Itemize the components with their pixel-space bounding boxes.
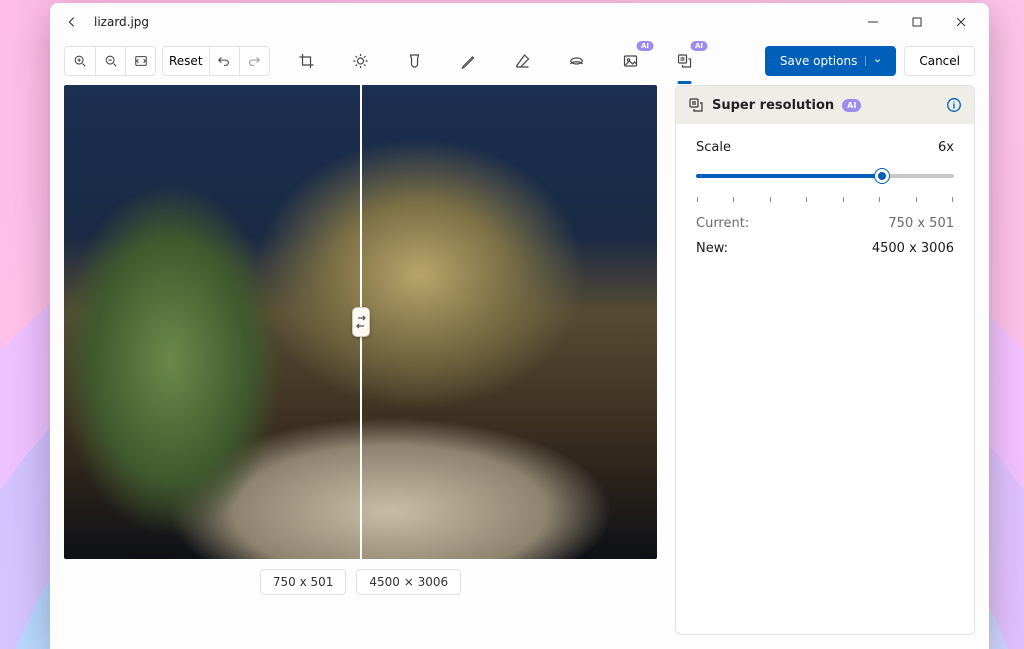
ai-badge: AI — [691, 41, 707, 51]
superres-panel-icon — [688, 97, 704, 113]
app-window: lizard.jpg Reset — [50, 3, 989, 649]
new-value: 4500 x 3006 — [872, 241, 954, 256]
zoom-out-button[interactable] — [95, 47, 125, 75]
image-canvas[interactable] — [64, 85, 657, 559]
size-labels: 750 x 501 4500 × 3006 — [260, 569, 461, 595]
retouch-icon — [568, 53, 584, 69]
zoom-group — [64, 46, 156, 76]
new-size-label: 4500 × 3006 — [356, 569, 461, 595]
info-icon — [946, 97, 962, 113]
save-label: Save options — [780, 54, 857, 68]
undo-icon — [217, 54, 231, 68]
side-panel: Super resolution AI Scale 6x — [675, 85, 975, 635]
zoom-in-icon — [73, 54, 87, 68]
fit-button[interactable] — [125, 47, 155, 75]
filter-icon — [406, 53, 422, 69]
panel-header: Super resolution AI — [676, 86, 974, 124]
info-button[interactable] — [946, 97, 962, 113]
current-label: Current: — [696, 216, 749, 231]
erase-icon — [514, 53, 530, 69]
new-label: New: — [696, 241, 728, 256]
chevron-down-icon — [865, 56, 881, 66]
adjust-icon — [352, 53, 368, 69]
minimize-icon — [868, 17, 878, 27]
original-size-label: 750 x 501 — [260, 569, 347, 595]
zoom-out-icon — [104, 54, 118, 68]
edit-tools: AI AI — [291, 46, 699, 76]
superres-icon — [676, 53, 692, 69]
scale-value: 6x — [938, 140, 954, 155]
erase-tool[interactable] — [507, 46, 537, 76]
slider-thumb[interactable] — [875, 169, 889, 183]
undo-button[interactable] — [209, 47, 239, 75]
history-group: Reset — [162, 46, 270, 76]
background-icon — [622, 53, 638, 69]
redo-icon — [247, 54, 261, 68]
slider-fill — [696, 174, 882, 178]
crop-tool[interactable] — [291, 46, 321, 76]
background-tool[interactable]: AI — [615, 46, 645, 76]
retouch-tool[interactable] — [561, 46, 591, 76]
scale-slider[interactable] — [696, 165, 954, 193]
panel-title: Super resolution — [712, 98, 834, 113]
swap-icon — [355, 315, 367, 329]
save-options-button[interactable]: Save options — [765, 46, 896, 76]
crop-icon — [298, 53, 314, 69]
current-value: 750 x 501 — [888, 216, 954, 231]
ai-badge: AI — [637, 41, 653, 51]
adjust-tool[interactable] — [345, 46, 375, 76]
markup-tool[interactable] — [453, 46, 483, 76]
reset-button[interactable]: Reset — [163, 47, 209, 75]
maximize-icon — [912, 17, 922, 27]
cancel-button[interactable]: Cancel — [904, 46, 975, 76]
superres-tool[interactable]: AI — [669, 46, 699, 76]
markup-icon — [460, 53, 476, 69]
toolbar: Reset — [50, 41, 989, 81]
titlebar: lizard.jpg — [50, 3, 989, 41]
close-button[interactable] — [939, 6, 983, 38]
redo-button[interactable] — [239, 47, 269, 75]
scale-label: Scale — [696, 140, 731, 155]
ai-badge: AI — [842, 99, 861, 112]
panel-body: Scale 6x Current: 750 x 501 New: — [676, 124, 974, 282]
close-icon — [956, 17, 966, 27]
arrow-left-icon — [65, 15, 79, 29]
maximize-button[interactable] — [895, 6, 939, 38]
filter-tool[interactable] — [399, 46, 429, 76]
canvas-column: 750 x 501 4500 × 3006 — [64, 85, 657, 635]
fit-icon — [134, 54, 148, 68]
window-controls — [851, 6, 983, 38]
file-name: lizard.jpg — [94, 15, 149, 29]
content-area: 750 x 501 4500 × 3006 Super resolution A… — [50, 81, 989, 649]
action-buttons: Save options Cancel — [765, 46, 975, 76]
zoom-in-button[interactable] — [65, 47, 95, 75]
back-button[interactable] — [56, 6, 88, 38]
compare-handle[interactable] — [352, 307, 370, 337]
minimize-button[interactable] — [851, 6, 895, 38]
